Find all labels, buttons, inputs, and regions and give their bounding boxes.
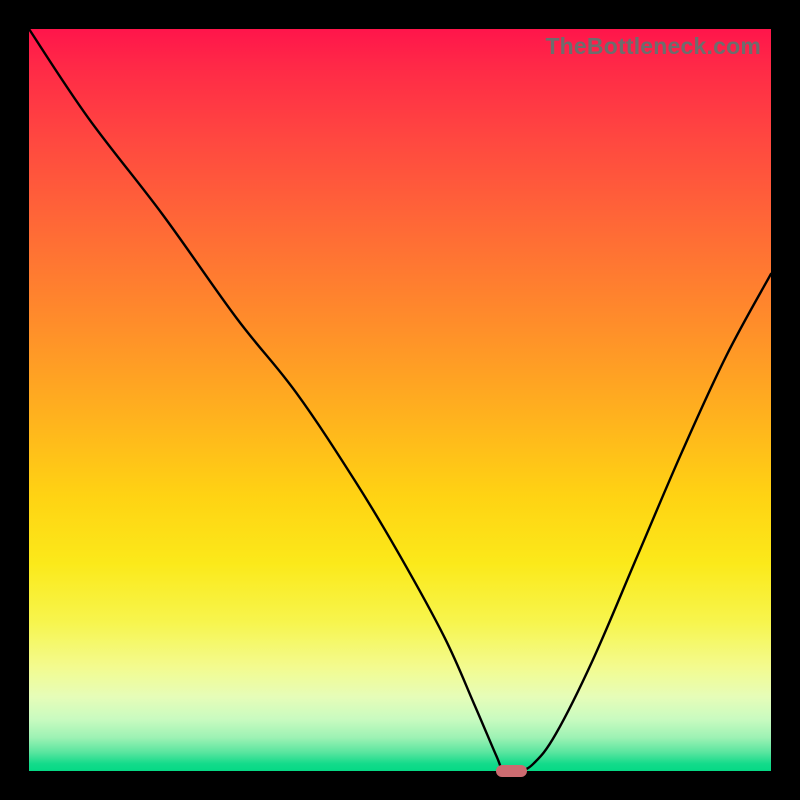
chart-frame: TheBottleneck.com	[0, 0, 800, 800]
bottleneck-curve	[29, 29, 771, 771]
optimum-marker	[496, 765, 527, 778]
plot-area: TheBottleneck.com	[29, 29, 771, 771]
